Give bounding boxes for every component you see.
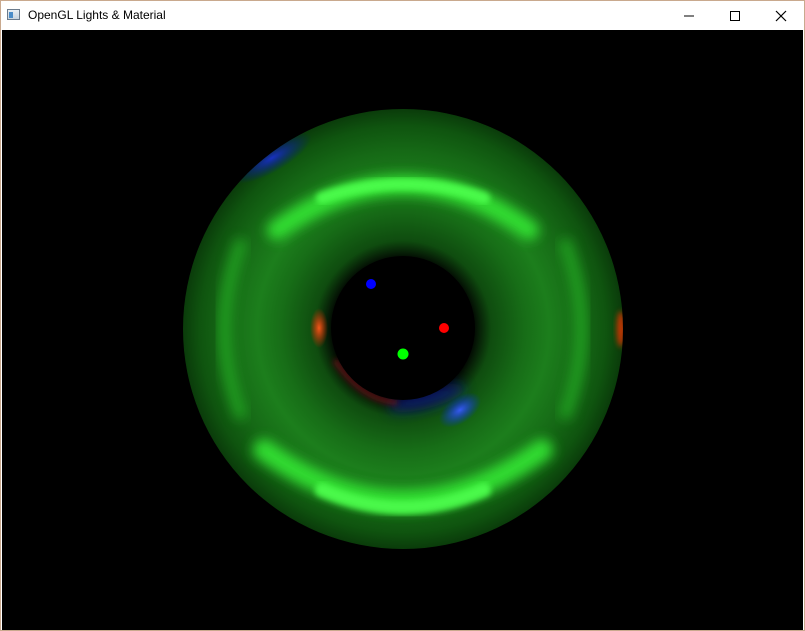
red-light-marker [439, 323, 449, 333]
minimize-icon [684, 15, 694, 17]
window-title: OpenGL Lights & Material [28, 8, 166, 22]
torus [182, 108, 625, 550]
maximize-button[interactable] [712, 1, 758, 30]
maximize-icon [730, 11, 740, 21]
close-button[interactable] [758, 1, 804, 30]
rendered-scene [182, 108, 625, 550]
blue-light-marker [366, 279, 376, 289]
app-window: OpenGL Lights & Material [0, 0, 805, 631]
green-light-marker [397, 348, 409, 360]
application-window-icon[interactable] [7, 9, 20, 20]
minimize-button[interactable] [666, 1, 712, 30]
close-icon [775, 10, 787, 22]
title-bar[interactable]: OpenGL Lights & Material [1, 1, 804, 30]
opengl-viewport[interactable] [2, 30, 803, 630]
